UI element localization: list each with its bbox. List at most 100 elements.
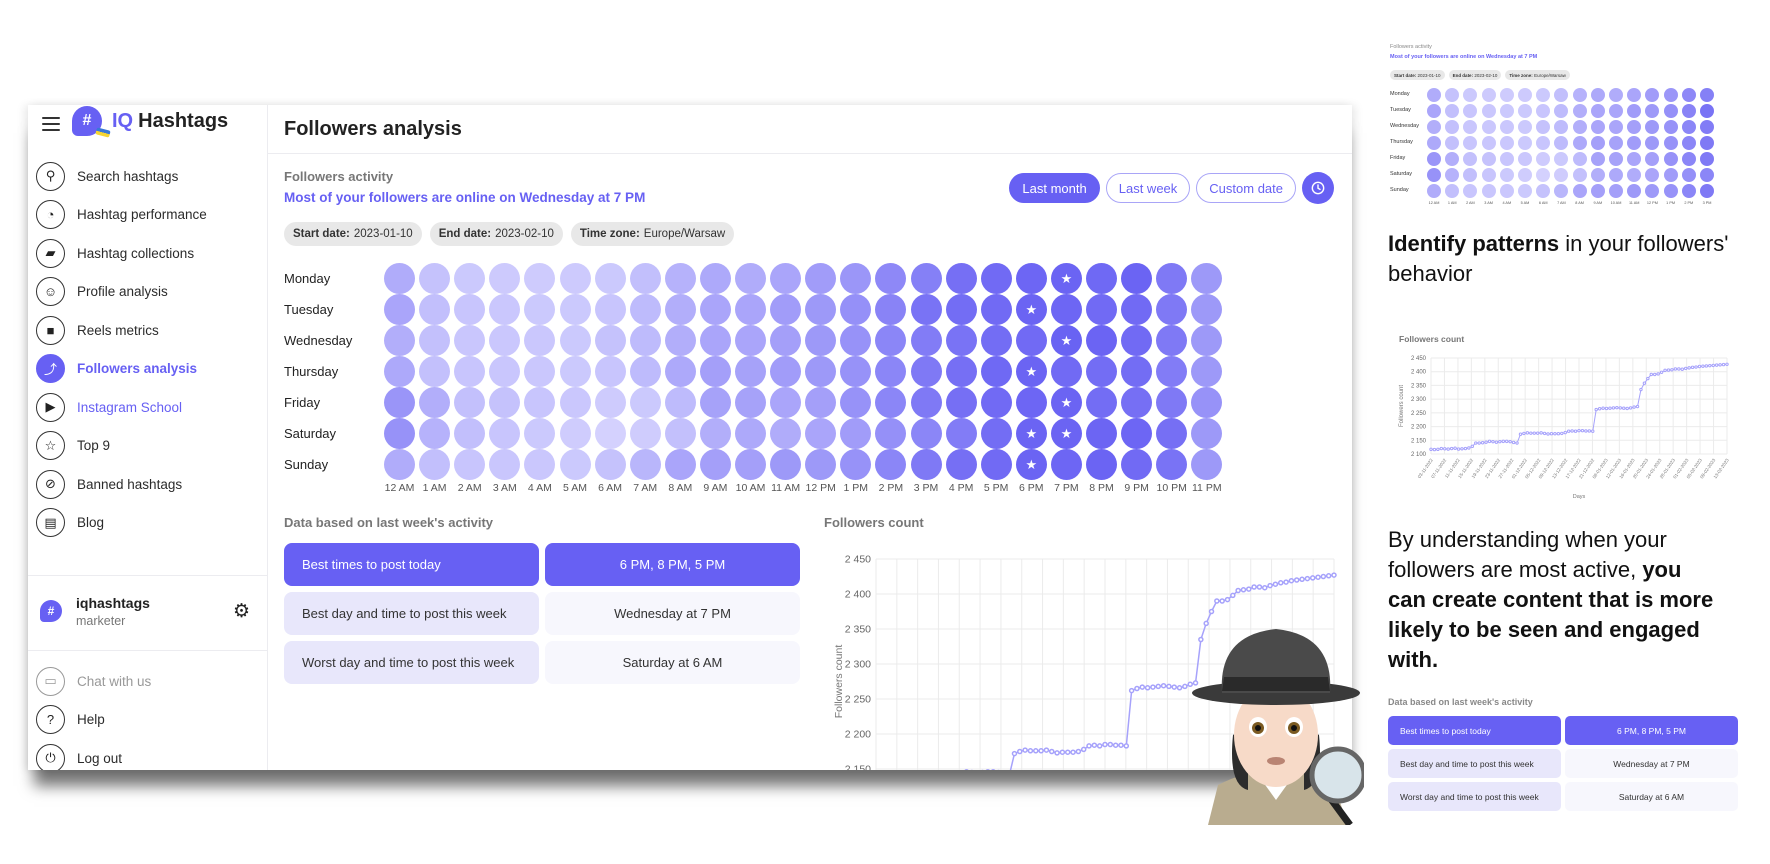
heatmap-cell[interactable]	[980, 294, 1012, 325]
logo[interactable]: # IQ Hashtags	[72, 105, 228, 145]
sidebar-item-reels-metrics[interactable]: ■ Reels metrics	[36, 311, 262, 350]
heatmap-cell[interactable]	[524, 449, 556, 480]
heatmap-cell[interactable]	[629, 449, 661, 480]
heatmap-cell[interactable]	[805, 449, 837, 480]
heatmap-cell[interactable]	[735, 356, 766, 387]
heatmap-cell[interactable]	[875, 449, 907, 480]
heatmap-cell[interactable]	[1191, 263, 1223, 294]
last-week-button[interactable]: Last week	[1105, 173, 1191, 203]
heatmap-cell[interactable]	[629, 387, 661, 418]
start-date-chip[interactable]: Start date: 2023-01-10	[284, 222, 422, 246]
heatmap-cell[interactable]	[910, 356, 942, 387]
heatmap-cell[interactable]	[384, 294, 415, 325]
heatmap-cell[interactable]	[559, 449, 591, 480]
time-zone-chip[interactable]: Time zone: Europe/Warsaw	[570, 222, 735, 246]
heatmap-cell[interactable]	[945, 294, 977, 325]
heatmap-cell[interactable]	[594, 387, 626, 418]
heatmap-cell[interactable]	[1191, 387, 1223, 418]
heatmap-cell[interactable]	[384, 356, 415, 387]
heatmap-cell[interactable]	[629, 418, 661, 449]
heatmap-cell[interactable]	[699, 449, 731, 480]
heatmap-cell[interactable]	[945, 449, 977, 480]
heatmap-cell[interactable]	[770, 449, 802, 480]
heatmap-cell[interactable]	[875, 294, 907, 325]
heatmap-cell[interactable]	[419, 449, 451, 480]
heatmap-cell[interactable]	[840, 325, 872, 356]
heatmap-cell[interactable]	[735, 325, 766, 356]
heatmap-cell[interactable]	[1121, 449, 1153, 480]
heatmap-cell[interactable]	[454, 325, 486, 356]
heatmap-cell[interactable]	[945, 418, 977, 449]
sidebar-item-instagram-school[interactable]: ▶ Instagram School	[36, 388, 262, 427]
heatmap-cell[interactable]	[1156, 294, 1188, 325]
heatmap-cell[interactable]	[980, 356, 1012, 387]
heatmap-cell[interactable]	[1015, 387, 1047, 418]
heatmap-cell[interactable]: ★	[1050, 325, 1082, 356]
heatmap-cell[interactable]	[699, 263, 731, 294]
heatmap-cell[interactable]	[910, 387, 942, 418]
heatmap-cell[interactable]	[1156, 418, 1188, 449]
sidebar-item-hashtag-performance[interactable]: ◔ Hashtag performance	[36, 196, 262, 235]
heatmap-cell[interactable]	[664, 263, 696, 294]
user-profile[interactable]: # iqhashtags marketer ⚙	[40, 588, 262, 634]
gear-icon[interactable]: ⚙	[233, 600, 250, 623]
heatmap-cell[interactable]	[699, 387, 731, 418]
heatmap-cell[interactable]	[875, 325, 907, 356]
heatmap-cell[interactable]	[489, 387, 521, 418]
heatmap-cell[interactable]	[489, 263, 521, 294]
heatmap-cell[interactable]	[1086, 325, 1117, 356]
heatmap-cell[interactable]	[559, 294, 591, 325]
heatmap-cell[interactable]: ★	[1050, 387, 1082, 418]
heatmap-cell[interactable]	[1086, 387, 1117, 418]
heatmap-cell[interactable]	[524, 387, 556, 418]
heatmap-cell[interactable]	[629, 325, 661, 356]
heatmap-cell[interactable]	[1156, 449, 1188, 480]
heatmap-cell[interactable]	[664, 449, 696, 480]
heatmap-cell[interactable]	[629, 263, 661, 294]
heatmap-cell[interactable]	[664, 387, 696, 418]
heatmap-cell[interactable]	[384, 418, 415, 449]
heatmap-cell[interactable]	[454, 418, 486, 449]
heatmap-cell[interactable]	[384, 325, 415, 356]
heatmap-cell[interactable]	[840, 387, 872, 418]
heatmap-cell[interactable]	[524, 263, 556, 294]
heatmap-cell[interactable]: ★	[1015, 418, 1047, 449]
heatmap-cell[interactable]	[489, 418, 521, 449]
heatmap-cell[interactable]	[735, 418, 766, 449]
heatmap-cell[interactable]	[559, 418, 591, 449]
heatmap-cell[interactable]	[945, 263, 977, 294]
heatmap-cell[interactable]	[840, 356, 872, 387]
heatmap-cell[interactable]	[664, 418, 696, 449]
heatmap-cell[interactable]	[770, 294, 802, 325]
heatmap-cell[interactable]	[1086, 263, 1117, 294]
heatmap-cell[interactable]	[524, 356, 556, 387]
heatmap-cell[interactable]	[559, 325, 591, 356]
heatmap-cell[interactable]	[1086, 294, 1117, 325]
heatmap-cell[interactable]	[594, 325, 626, 356]
end-date-chip[interactable]: End date: 2023-02-10	[429, 222, 563, 246]
heatmap-cell[interactable]	[1015, 325, 1047, 356]
sidebar-item-log-out[interactable]: ⏻ Log out	[36, 739, 262, 770]
heatmap-cell[interactable]	[664, 325, 696, 356]
heatmap-cell[interactable]	[945, 325, 977, 356]
heatmap-cell[interactable]	[594, 418, 626, 449]
heatmap-cell[interactable]	[489, 325, 521, 356]
sidebar-item-hashtag-collections[interactable]: ▰ Hashtag collections	[36, 234, 262, 273]
heatmap-cell[interactable]	[1156, 263, 1188, 294]
heatmap-cell[interactable]	[945, 356, 977, 387]
heatmap-cell[interactable]	[805, 325, 837, 356]
heatmap-cell[interactable]	[1156, 325, 1188, 356]
heatmap-cell[interactable]	[699, 418, 731, 449]
heatmap-cell[interactable]	[1121, 263, 1153, 294]
heatmap-cell[interactable]	[1050, 356, 1082, 387]
heatmap-cell[interactable]	[770, 356, 802, 387]
heatmap-cell[interactable]	[945, 387, 977, 418]
sidebar-item-help[interactable]: ? Help	[36, 701, 262, 740]
heatmap-cell[interactable]	[1121, 325, 1153, 356]
heatmap-cell[interactable]	[875, 356, 907, 387]
heatmap-cell[interactable]	[980, 449, 1012, 480]
clock-button[interactable]	[1302, 172, 1334, 204]
heatmap-cell[interactable]	[524, 325, 556, 356]
heatmap-cell[interactable]	[735, 449, 766, 480]
heatmap-cell[interactable]	[384, 263, 415, 294]
